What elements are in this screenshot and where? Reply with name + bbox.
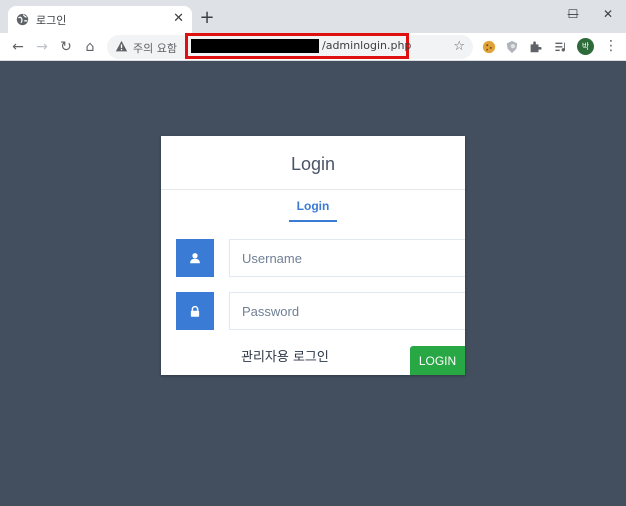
- tab-login[interactable]: Login: [289, 199, 337, 213]
- page-title: Login: [290, 154, 336, 174]
- login-button[interactable]: LOGIN: [410, 346, 465, 375]
- more-menu-icon[interactable]: ⋮: [604, 38, 618, 54]
- minimize-button-alt: [530, 2, 560, 26]
- security-status[interactable]: 주의 요함: [133, 40, 177, 56]
- bookmark-star-icon[interactable]: ☆: [453, 39, 465, 54]
- browser-toolbar: ← → ↻ ⌂ 주의 요함 /adminlogin.php ☆ 박 ⋮: [0, 33, 626, 61]
- browser-titlebar: 로그인 ✕ + — ☐ ✕: [0, 0, 626, 33]
- new-tab-button[interactable]: +: [197, 8, 217, 28]
- address-bar[interactable]: 주의 요함 /adminlogin.php ☆: [107, 33, 473, 59]
- puzzle-extensions-icon[interactable]: [527, 39, 543, 55]
- browser-tab[interactable]: 로그인 ✕: [8, 6, 192, 33]
- maximize-button[interactable]: ☐: [558, 2, 588, 26]
- tab-title: 로그인: [36, 14, 67, 27]
- window-close-button[interactable]: ✕: [593, 2, 623, 26]
- password-input[interactable]: [229, 292, 465, 330]
- globe-icon: [16, 13, 29, 26]
- back-icon[interactable]: ←: [8, 37, 28, 57]
- url-redacted-block: [191, 39, 319, 53]
- media-control-icon[interactable]: [553, 39, 569, 55]
- divider: [161, 189, 465, 190]
- forward-icon[interactable]: →: [32, 37, 52, 57]
- url-text: /adminlogin.php: [322, 39, 412, 52]
- username-input[interactable]: [229, 239, 465, 277]
- login-card: Login Login 관리자용 로그인 LOGIN: [161, 136, 465, 375]
- admin-login-label: 관리자용 로그인: [241, 350, 329, 365]
- shield-extension-icon[interactable]: [504, 39, 520, 55]
- profile-avatar[interactable]: 박: [577, 38, 594, 55]
- cookie-extension-icon[interactable]: [481, 39, 497, 55]
- tab-close-icon[interactable]: ✕: [173, 11, 184, 27]
- reload-icon[interactable]: ↻: [56, 37, 76, 57]
- lock-icon: [176, 292, 214, 330]
- active-tab-indicator: [289, 220, 337, 222]
- url-highlight[interactable]: /adminlogin.php: [185, 33, 412, 59]
- warning-icon: [115, 40, 128, 52]
- user-icon: [176, 239, 214, 277]
- home-icon[interactable]: ⌂: [80, 37, 100, 57]
